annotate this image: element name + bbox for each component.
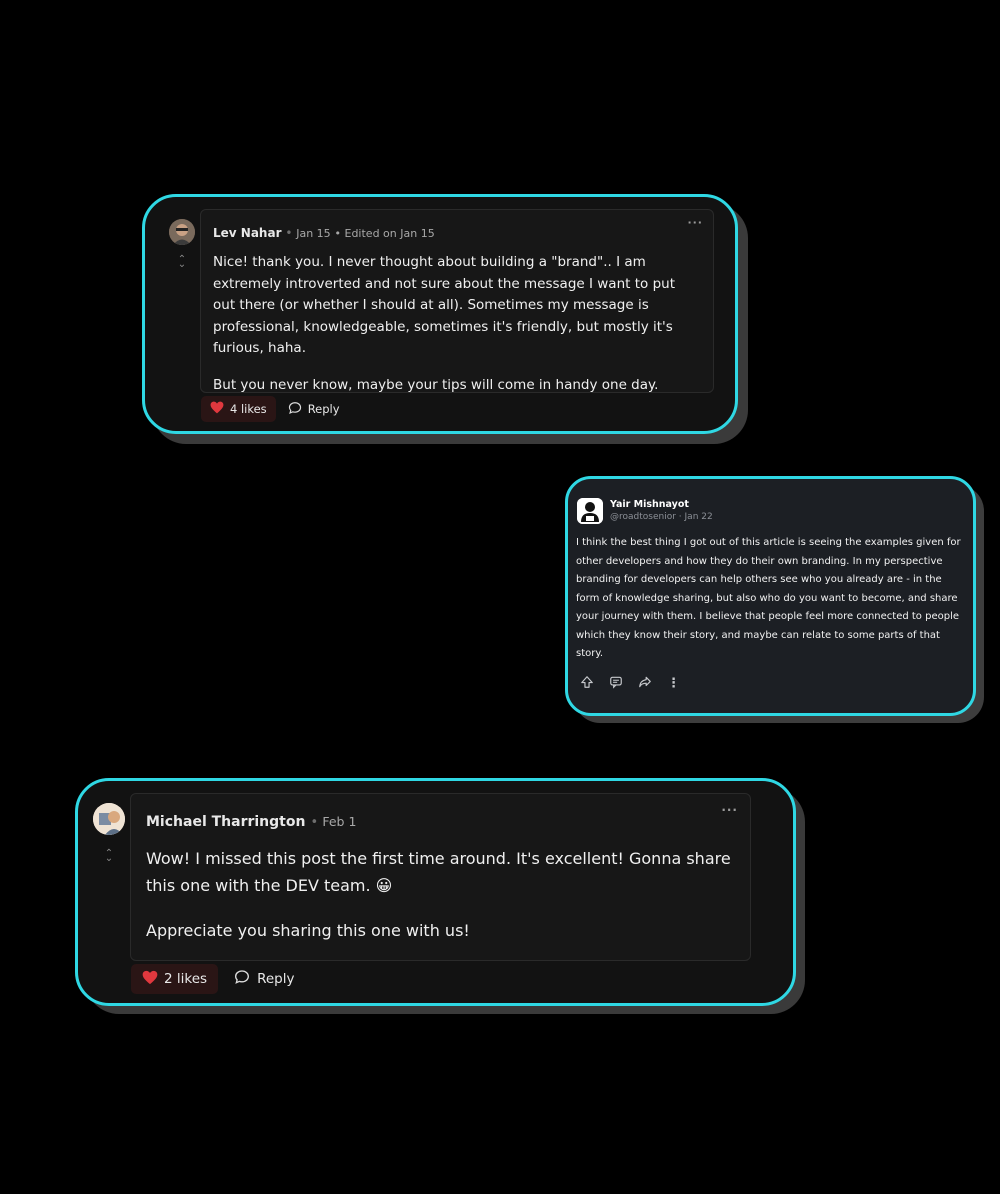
comment-header: Lev Nahar • Jan 15 • Edited on Jan 15	[213, 226, 435, 240]
like-button[interactable]: 2 likes	[131, 964, 219, 994]
collapse-thread-icon[interactable]: ⌃ ⌄	[102, 849, 116, 864]
post-card-yair-mishnayot: Yair Mishnayot @roadtosenior · Jan 22 I …	[565, 476, 988, 723]
post-meta: @roadtosenior · Jan 22	[610, 512, 713, 522]
edited-label: Edited on Jan 15	[344, 227, 435, 240]
likes-count: 2 likes	[164, 971, 208, 987]
separator-dot: •	[285, 226, 297, 240]
avatar[interactable]	[577, 498, 603, 524]
avatar-image-icon	[93, 803, 125, 835]
comment-header: Michael Tharrington • Feb 1	[146, 811, 356, 830]
avatar-image-icon	[577, 498, 603, 524]
more-options-icon[interactable]: ···	[687, 216, 703, 229]
comment-paragraph: Nice! thank you. I never thought about b…	[213, 254, 675, 356]
post-actions: ⋮	[580, 674, 680, 693]
comment-date[interactable]: Feb 1	[322, 814, 356, 829]
comment-card-lev-nahar: ⌃ ⌄ Lev Nahar • Jan 15 • Edited on Jan 15…	[142, 194, 750, 446]
heart-icon	[210, 401, 224, 417]
comment-actions: 2 likes Reply	[131, 964, 294, 994]
separator-dot: •	[310, 815, 323, 830]
separator-dot: •	[334, 227, 345, 240]
post-body: I think the best thing I got out of this…	[576, 537, 961, 659]
more-options-icon[interactable]: ⋮	[667, 676, 680, 691]
comment-paragraph: But you never know, maybe your tips will…	[213, 376, 659, 393]
likes-count: 4 likes	[230, 402, 267, 416]
share-icon[interactable]	[638, 674, 652, 693]
comment-icon[interactable]	[609, 674, 623, 693]
comment-bubble: Lev Nahar • Jan 15 • Edited on Jan 15 ··…	[200, 209, 714, 393]
avatar[interactable]	[93, 803, 125, 835]
comment-paragraph: Appreciate you sharing this one with us!	[146, 921, 470, 940]
more-options-icon[interactable]: ···	[721, 803, 738, 817]
avatar-image-icon	[169, 219, 195, 245]
comment-card-frame: ⌃ ⌄ Lev Nahar • Jan 15 • Edited on Jan 15…	[142, 194, 738, 434]
collapse-thread-icon[interactable]: ⌃ ⌄	[175, 255, 189, 270]
post-card-frame: Yair Mishnayot @roadtosenior · Jan 22 I …	[565, 476, 976, 716]
post-date[interactable]: Jan 22	[685, 512, 713, 522]
comment-bubble: Michael Tharrington • Feb 1 ··· Wow! I m…	[130, 793, 751, 961]
comment-body: Wow! I missed this post the first time a…	[146, 846, 741, 945]
avatar[interactable]	[169, 219, 195, 245]
comment-body: Nice! thank you. I never thought about b…	[213, 252, 701, 396]
comment-icon	[234, 969, 250, 989]
like-button[interactable]: 4 likes	[201, 396, 276, 422]
author-name[interactable]: Lev Nahar	[213, 226, 281, 240]
comment-paragraph: Wow! I missed this post the first time a…	[146, 849, 731, 895]
author-handle[interactable]: @roadtosenior	[610, 512, 676, 522]
heart-icon	[142, 970, 158, 989]
comment-actions: 4 likes Reply	[201, 396, 340, 422]
reply-label: Reply	[307, 402, 340, 416]
comment-card-frame: ⌃ ⌄ Michael Tharrington • Feb 1 ··· Wow! …	[75, 778, 796, 1006]
reply-label: Reply	[257, 971, 295, 987]
comment-date[interactable]: Jan 15	[296, 227, 330, 240]
reply-button[interactable]: Reply	[234, 969, 294, 989]
comment-icon	[288, 401, 302, 418]
author-name[interactable]: Yair Mishnayot	[610, 499, 689, 510]
comment-card-michael-tharrington: ⌃ ⌄ Michael Tharrington • Feb 1 ··· Wow! …	[75, 778, 807, 1016]
reply-button[interactable]: Reply	[288, 401, 340, 418]
author-name[interactable]: Michael Tharrington	[146, 814, 305, 830]
upvote-icon[interactable]	[580, 674, 594, 693]
